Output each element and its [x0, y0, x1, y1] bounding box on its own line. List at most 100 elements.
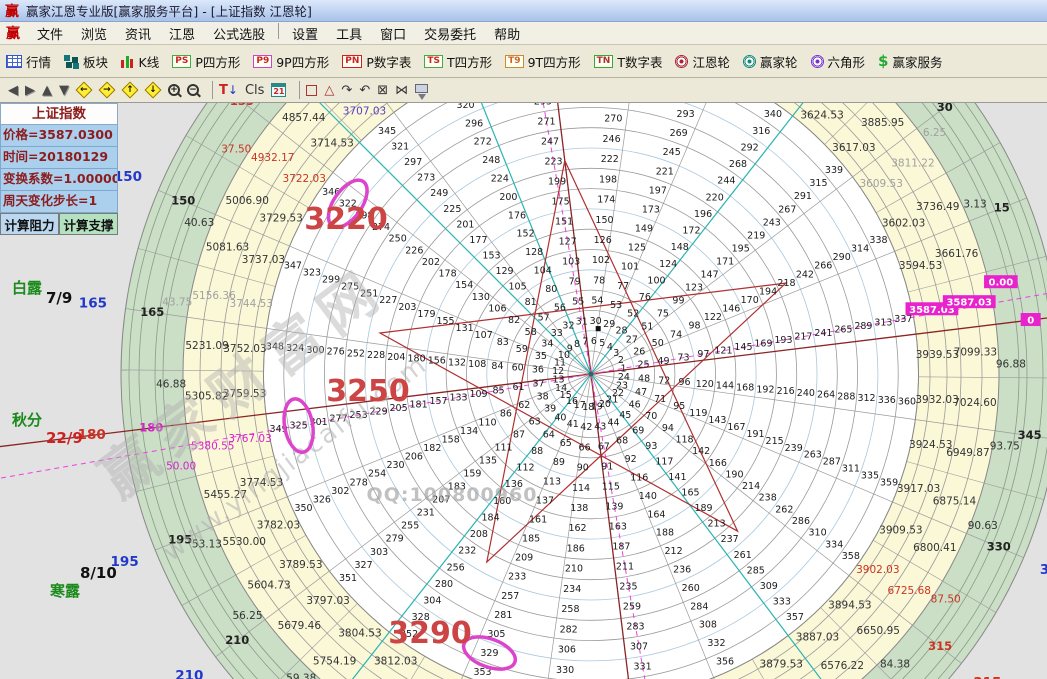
tool-clear[interactable]: Cls: [245, 83, 264, 98]
spiral-number: 279: [386, 534, 404, 545]
spiral-number: 185: [522, 534, 540, 545]
menu-7[interactable]: 工具: [327, 28, 371, 43]
tool-draw-triangle[interactable]: △: [324, 83, 334, 98]
spiral-number: 323: [303, 267, 321, 278]
spiral-number: 347: [284, 261, 302, 272]
tool-rotate-ccw[interactable]: ↶: [359, 83, 370, 98]
tool-delete-box[interactable]: ⊠: [377, 83, 388, 98]
spiral-number: 32: [562, 321, 574, 332]
tool-shift-down[interactable]: ↓: [145, 84, 161, 96]
spiral-number: 270: [604, 114, 622, 125]
spiral-number: 223: [544, 157, 562, 168]
toolbar-9t-square[interactable]: T99T四方形: [505, 52, 581, 71]
spiral-number: 351: [339, 573, 357, 584]
spiral-number: 235: [619, 581, 637, 592]
price-tag-label: 0.00: [989, 278, 1014, 289]
winner-wheel-icon: [743, 55, 756, 68]
tool-fit-center[interactable]: ⋈: [395, 83, 408, 98]
toolbar-p-square[interactable]: PSP四方形: [172, 52, 240, 71]
menu-8[interactable]: 窗口: [371, 28, 415, 43]
spiral-number: 95: [673, 401, 685, 412]
price-ring-1-label: 3887.03: [796, 631, 839, 643]
price-ring-2-label: 3736.49: [916, 201, 959, 213]
price-ring-2-label: 7024.60: [953, 397, 996, 409]
spiral-number: 167: [727, 422, 745, 433]
shift-left-icon: ←: [76, 82, 93, 99]
toolbar-gann-wheel[interactable]: 江恩轮: [675, 52, 730, 71]
tool-zoom-in[interactable]: +: [168, 84, 180, 96]
menu-10[interactable]: 帮助: [485, 28, 529, 43]
gann-wheel-area: 1234567891011121314151617181920212223242…: [0, 103, 1047, 679]
spiral-number: 310: [809, 528, 827, 539]
tool-board[interactable]: [415, 88, 428, 93]
toolbar-p-number-table[interactable]: PNP数字表: [342, 52, 411, 71]
spiral-number: 206: [405, 452, 423, 463]
tool-calendar[interactable]: 21: [271, 83, 286, 97]
hexagon-label: 六角形: [828, 52, 866, 71]
app-logo-icon: 赢: [5, 1, 19, 21]
toolbar-9p-square[interactable]: P99P四方形: [253, 52, 329, 71]
gann-wheel-canvas[interactable]: 1234567891011121314151617181920212223242…: [0, 103, 1047, 679]
toolbar-winner-service[interactable]: $赢家服务: [878, 52, 942, 71]
toolbar-t-square[interactable]: TST四方形: [424, 52, 492, 71]
degree-ring-outer-label: 210: [225, 633, 249, 647]
menu-logo-icon: 赢: [6, 23, 20, 43]
spiral-number: 163: [609, 521, 627, 532]
spiral-number: 335: [861, 471, 879, 482]
spiral-number: 293: [677, 109, 695, 120]
spiral-number: 256: [447, 562, 465, 573]
menu-5[interactable]: 公式选股: [204, 28, 274, 43]
toolbar-winner-wheel[interactable]: 赢家轮: [743, 52, 798, 71]
spiral-number: 142: [692, 446, 710, 457]
tool-pan-right[interactable]: ▶: [25, 83, 35, 98]
price-ring-1-label: 3624.53: [800, 110, 843, 122]
tool-zoom-out[interactable]: −: [187, 84, 199, 96]
menu-6[interactable]: 设置: [283, 28, 327, 43]
menu-3[interactable]: 资讯: [116, 28, 160, 43]
toolbar-hexagon[interactable]: 六角形: [811, 52, 866, 71]
spiral-number: 87: [513, 429, 525, 440]
tool-time-price[interactable]: T↓: [219, 83, 238, 98]
spiral-number: 137: [536, 495, 554, 506]
toolbar-quotes[interactable]: 行情: [6, 52, 51, 71]
toolbar-t-number-table[interactable]: TNT数字表: [594, 52, 663, 71]
toolbar-kline[interactable]: K线: [121, 52, 159, 71]
price-ring-1-label: 3737.03: [242, 254, 285, 266]
spiral-number: 125: [628, 243, 646, 254]
spiral-number: 331: [633, 661, 651, 672]
winner-service-icon: $: [878, 52, 888, 70]
menu-9[interactable]: 交易委托: [415, 28, 485, 43]
spiral-number: 45: [619, 410, 631, 421]
calc-support-button[interactable]: 计算支撑: [59, 213, 118, 235]
spiral-number: 127: [559, 237, 577, 248]
spiral-number: 213: [708, 519, 726, 530]
tool-shift-up[interactable]: ↑: [122, 84, 138, 96]
menu-1[interactable]: 文件: [28, 28, 72, 43]
calc-resistance-button[interactable]: 计算阻力: [0, 213, 59, 235]
spiral-number: 258: [561, 604, 579, 615]
tool-draw-rect[interactable]: [306, 85, 317, 96]
tool-pan-left[interactable]: ◀: [8, 83, 18, 98]
spiral-number: 232: [458, 546, 476, 557]
price-ring-1-label: 3917.03: [897, 483, 940, 495]
spiral-number: 202: [422, 257, 440, 268]
spiral-number: 320: [456, 103, 474, 111]
tool-shift-right[interactable]: →: [99, 84, 115, 96]
spiral-number: 149: [635, 224, 653, 235]
degree-ring-outer-label: 345: [1018, 428, 1042, 442]
menu-2[interactable]: 浏览: [72, 28, 116, 43]
toolbar-sectors[interactable]: 板块: [64, 52, 108, 71]
tool-shift-left[interactable]: ←: [76, 84, 92, 96]
spiral-number: 186: [567, 543, 585, 554]
tool-pan-down[interactable]: ▼: [59, 83, 69, 98]
menu-4[interactable]: 江恩: [160, 28, 204, 43]
spiral-number: 330: [556, 665, 574, 676]
tool-pan-up[interactable]: ▲: [42, 83, 52, 98]
tool-rotate-cw[interactable]: ↷: [341, 83, 352, 98]
spiral-number: 62: [518, 400, 530, 411]
spiral-number: 192: [756, 384, 774, 395]
spiral-number: 193: [774, 335, 792, 346]
spiral-number: 53: [610, 300, 622, 311]
spiral-number: 303: [370, 547, 388, 558]
spiral-number: 120: [696, 379, 714, 390]
